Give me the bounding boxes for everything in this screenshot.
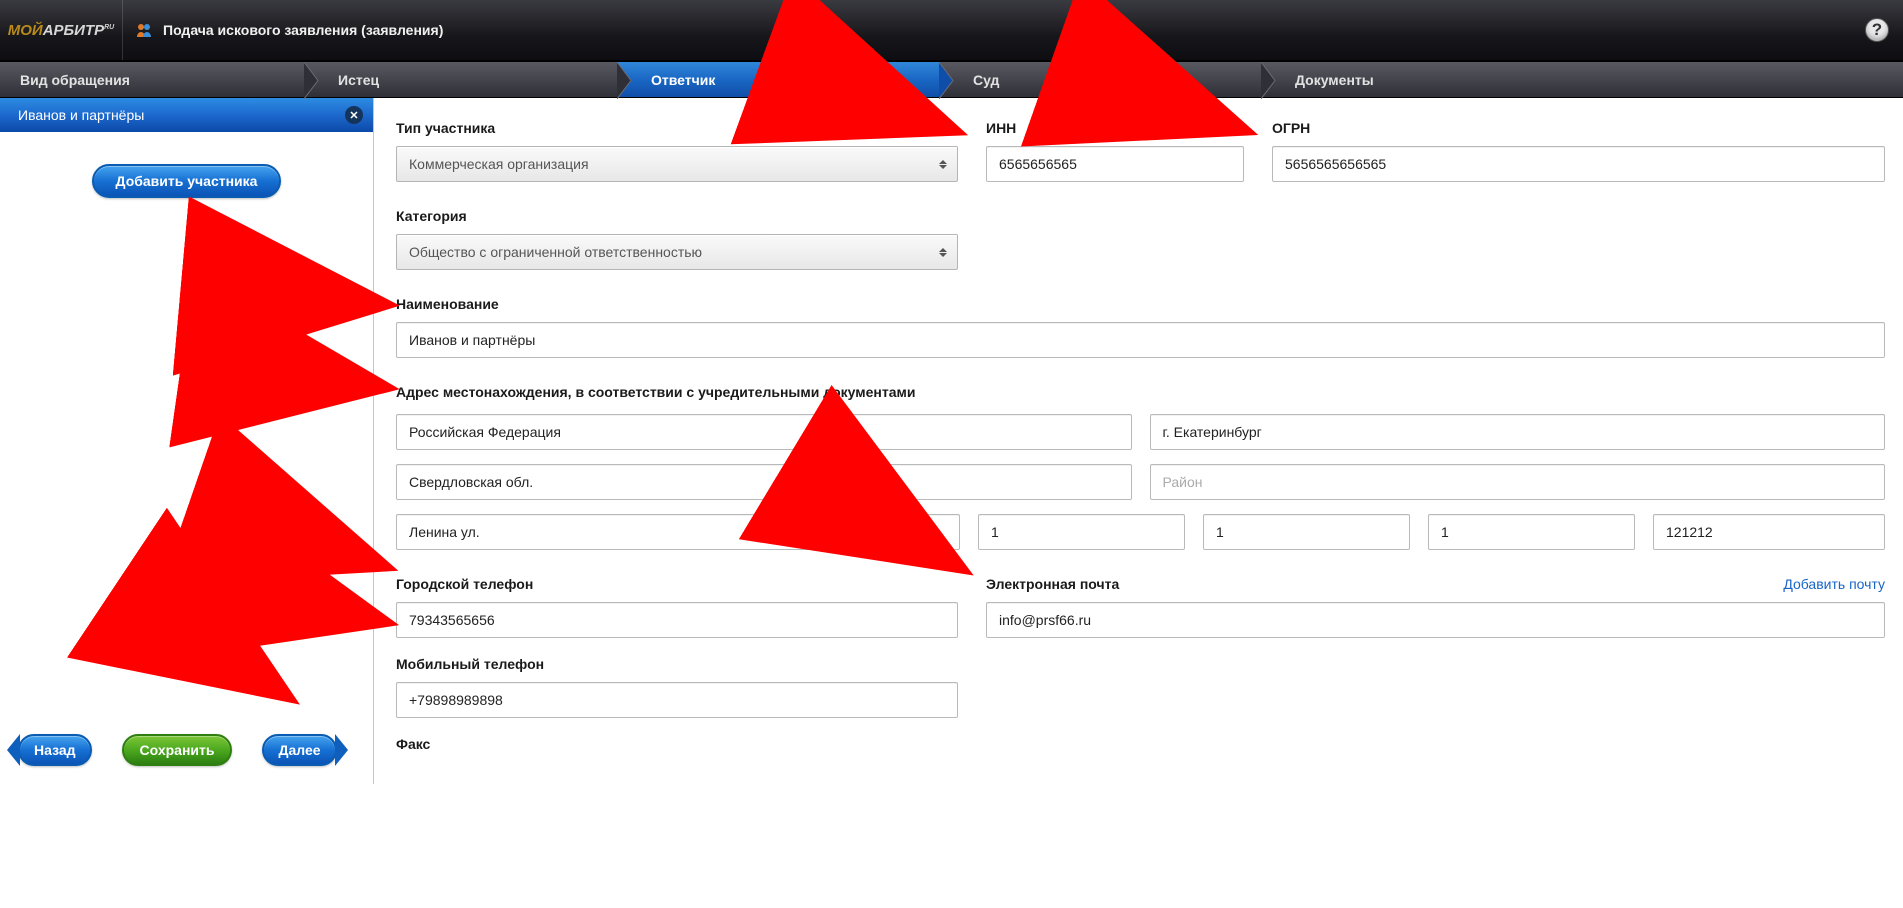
label-tip-uchastnika: Тип участника [396,120,958,136]
name-field[interactable] [396,322,1885,358]
building-field[interactable] [1203,514,1410,550]
label-inn: ИНН [986,120,1244,136]
next-button[interactable]: Далее [262,734,336,766]
step-label: Документы [1295,72,1374,88]
district-field[interactable] [1150,464,1886,500]
step-sud[interactable]: Суд [939,62,1261,97]
step-documents[interactable]: Документы [1261,62,1903,97]
select-value: Общество с ограниченной ответственностью [409,244,702,260]
sidebar: Иванов и партнёры ✕ Добавить участника Н… [0,98,374,784]
street-field[interactable] [396,514,960,550]
type-select[interactable]: Коммерческая организация [396,146,958,182]
house-field[interactable] [978,514,1185,550]
logo-part-1: МОЙ [8,22,43,39]
select-value: Коммерческая организация [409,156,589,172]
close-icon[interactable]: ✕ [345,106,363,124]
button-label: Далее [278,742,320,758]
label-city-phone: Городской телефон [396,576,958,592]
logo-sup: RU [104,24,114,31]
save-button[interactable]: Сохранить [122,734,233,766]
button-label: Сохранить [140,742,215,758]
email-field[interactable] [986,602,1885,638]
label-fax: Факс [396,736,958,752]
back-button[interactable]: Назад [18,734,92,766]
form-area: Тип участника Коммерческая организация И… [374,98,1903,784]
inn-field[interactable] [986,146,1244,182]
label-category: Категория [396,208,958,224]
chevron-up-down-icon [939,246,947,258]
participant-name: Иванов и партнёры [18,107,144,123]
step-label: Ответчик [651,72,715,88]
chevron-up-down-icon [939,158,947,170]
step-label: Вид обращения [20,72,130,88]
label-ogrn: ОГРН [1272,120,1885,136]
label-name: Наименование [396,296,1885,312]
region-field[interactable] [396,464,1132,500]
step-label: Истец [338,72,379,88]
label-address: Адрес местонахождения, в соответствии с … [396,384,1885,400]
label-mobile: Мобильный телефон [396,656,958,672]
logo-part-2: АРБИТР [43,22,104,39]
people-icon [135,21,153,39]
add-participant-button[interactable]: Добавить участника [92,164,282,198]
wizard-steps: Вид обращения Истец Ответчик Суд Докумен… [0,61,1903,98]
page-title: Подача искового заявления (заявления) [163,22,443,38]
app-header: МОЙАРБИТРRU Подача искового заявления (з… [0,0,1903,61]
country-field[interactable] [396,414,1132,450]
ogrn-field[interactable] [1272,146,1885,182]
logo: МОЙАРБИТРRU [0,22,122,39]
button-label: Добавить участника [116,173,258,189]
help-icon[interactable]: ? [1865,18,1889,42]
step-label: Суд [973,72,999,88]
city-field[interactable] [1150,414,1886,450]
button-label: Назад [34,742,76,758]
add-email-link[interactable]: Добавить почту [1783,576,1885,592]
step-vid-obrasheniya[interactable]: Вид обращения [0,62,304,97]
step-otvetchik[interactable]: Ответчик [617,62,939,97]
mobile-phone-field[interactable] [396,682,958,718]
label-email: Электронная почта [986,576,1119,592]
city-phone-field[interactable] [396,602,958,638]
category-select[interactable]: Общество с ограниченной ответственностью [396,234,958,270]
postcode-field[interactable] [1653,514,1885,550]
step-istec[interactable]: Истец [304,62,617,97]
office-field[interactable] [1428,514,1635,550]
sidebar-item-active-participant[interactable]: Иванов и партнёры ✕ [0,98,373,132]
